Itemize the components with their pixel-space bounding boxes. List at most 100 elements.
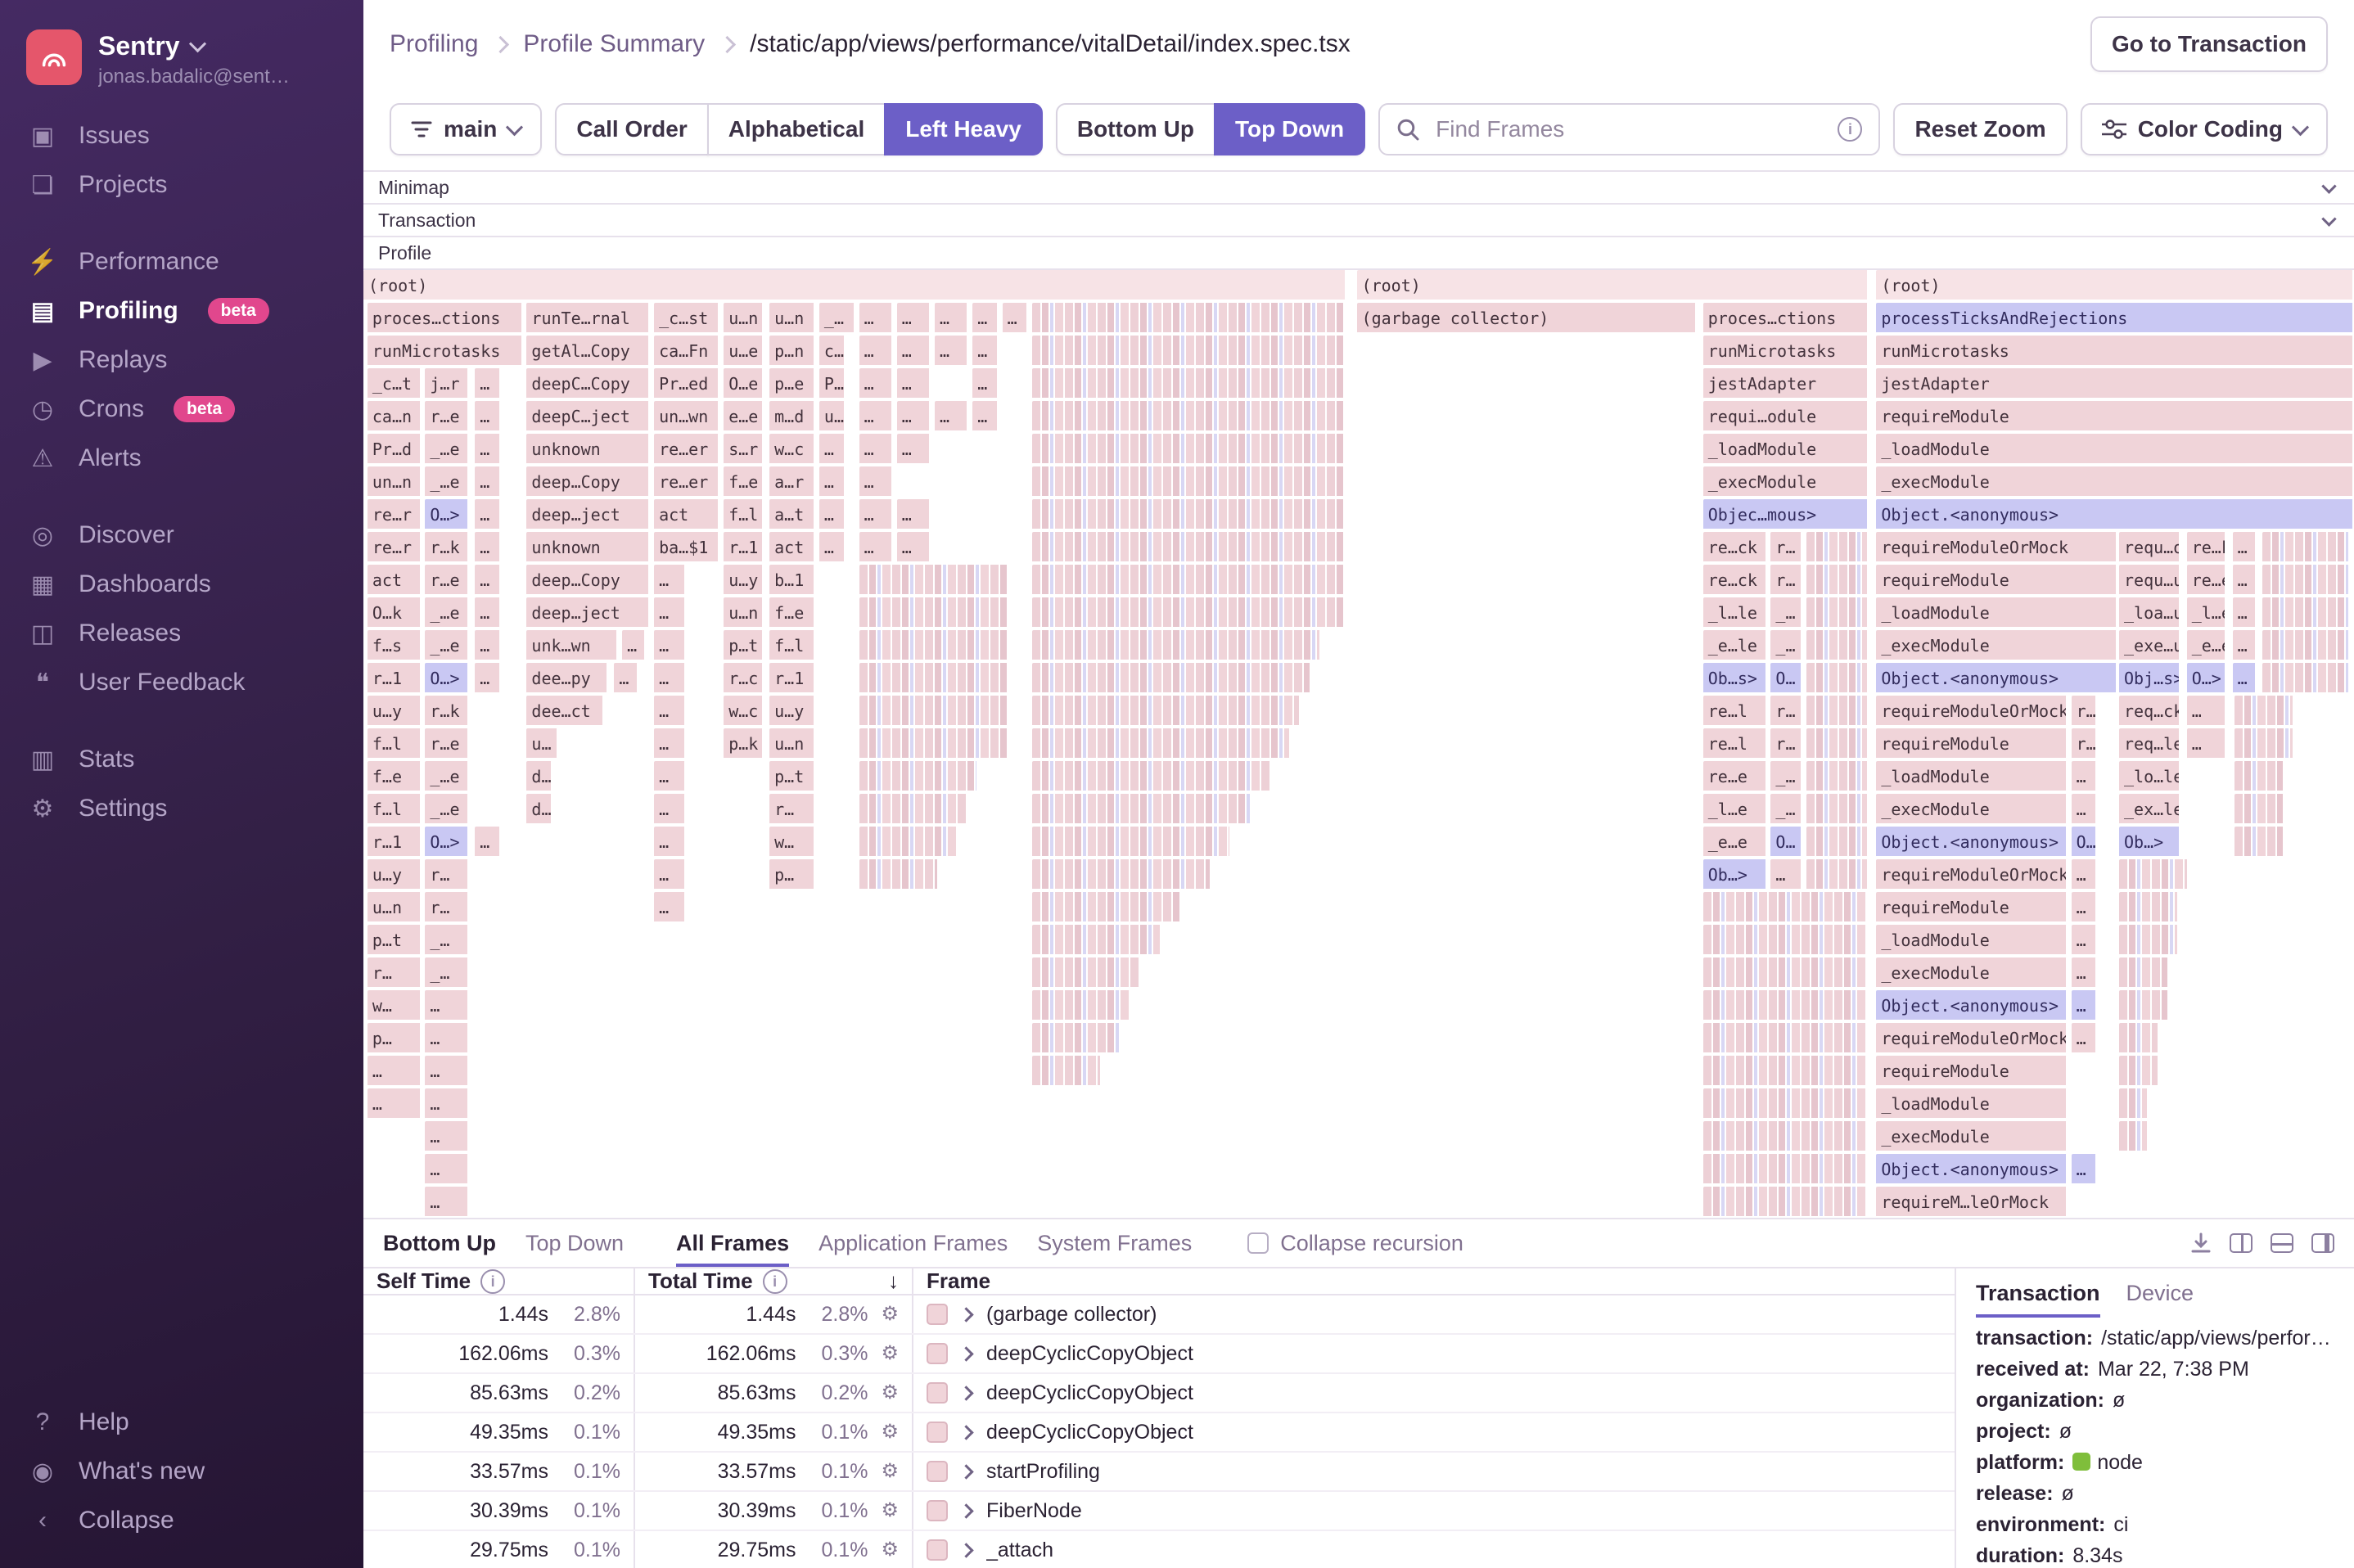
flame-cell[interactable]: f…l — [368, 728, 422, 759]
flame-cell[interactable]: u…e — [724, 336, 764, 367]
flame-cell[interactable] — [2234, 761, 2284, 792]
flame-cell[interactable] — [1806, 565, 1868, 596]
flame-cell[interactable]: r… — [1770, 565, 1802, 596]
flame-cell[interactable]: O…k — [368, 597, 422, 629]
sidebar-item-whats-new[interactable]: ◉What's new — [0, 1447, 363, 1496]
flame-cell[interactable]: unknown — [526, 434, 650, 465]
flame-cell[interactable]: requireModule — [1876, 728, 2067, 759]
flame-cell[interactable]: _execModule — [1876, 957, 2067, 989]
flame-cell[interactable]: j…r — [425, 368, 469, 399]
flame-cell[interactable] — [1032, 990, 1132, 1021]
flame-cell[interactable]: f…l — [769, 630, 815, 661]
flame-cell[interactable]: jestAdapter — [1876, 368, 2354, 399]
flame-cell[interactable] — [1032, 303, 1346, 334]
flame-cell[interactable]: unk…wn — [526, 630, 618, 661]
flame-cell[interactable] — [1032, 696, 1301, 727]
org-switcher[interactable]: Sentry jonas.badalic@sent… — [0, 23, 363, 111]
flame-cell[interactable]: r…1 — [724, 532, 764, 563]
flame-cell[interactable]: Ob…> — [2119, 827, 2180, 858]
flame-cell[interactable]: act — [368, 565, 422, 596]
flame-cell[interactable] — [2119, 1088, 2149, 1120]
flame-cell[interactable]: deep…Copy — [526, 466, 650, 498]
table-row[interactable]: 49.35ms0.1%49.35ms0.1%⚙deepCyclicCopyObj… — [363, 1413, 1955, 1453]
flame-cell[interactable]: … — [2072, 957, 2098, 989]
tab-device[interactable]: Device — [2126, 1268, 2194, 1318]
flame-cell[interactable] — [1703, 957, 1869, 989]
flame-cell[interactable]: f…s — [368, 630, 422, 661]
flame-cell[interactable]: p…t — [769, 761, 815, 792]
flame-cell[interactable] — [2234, 827, 2284, 858]
flame-cell[interactable]: … — [972, 401, 999, 432]
flame-cell[interactable] — [1703, 1088, 1869, 1120]
flame-cell[interactable]: r… — [425, 859, 469, 890]
flame-cell[interactable]: … — [654, 663, 686, 694]
breadcrumb-profiling[interactable]: Profiling — [390, 30, 478, 58]
flame-cell[interactable]: u…y — [724, 565, 764, 596]
flame-cell[interactable] — [859, 794, 969, 825]
flame-cell[interactable] — [1032, 1056, 1102, 1087]
left-heavy-button[interactable]: Left Heavy — [884, 103, 1043, 155]
flame-cell[interactable]: … — [654, 696, 686, 727]
flame-cell[interactable]: _loadModule — [1876, 761, 2067, 792]
sidebar-item-crons[interactable]: ◷Cronsbeta — [0, 385, 363, 434]
flame-cell[interactable]: r…k — [425, 696, 469, 727]
flame-cell[interactable]: _lo…le — [2119, 761, 2180, 792]
flame-cell[interactable]: … — [2072, 794, 2098, 825]
flame-cell[interactable]: w…c — [724, 696, 764, 727]
flame-cell[interactable] — [1032, 466, 1346, 498]
flame-cell[interactable]: _e…le — [1703, 630, 1767, 661]
flame-cell[interactable]: _l…e — [1703, 794, 1767, 825]
flame-cell[interactable]: requireModule — [1876, 401, 2354, 432]
flame-cell[interactable]: … — [2072, 892, 2098, 923]
flame-cell[interactable]: … — [859, 368, 893, 399]
chevron-right-icon[interactable] — [958, 1543, 973, 1557]
sidebar-item-stats[interactable]: ▥Stats — [0, 735, 363, 784]
flame-cell[interactable]: … — [897, 532, 931, 563]
flame-cell[interactable]: … — [2072, 925, 2098, 956]
flame-cell[interactable]: re…ck — [1703, 532, 1767, 563]
flame-cell[interactable]: … — [425, 1187, 469, 1218]
split-vertical-icon[interactable] — [2230, 1233, 2253, 1253]
flame-cell[interactable] — [1032, 827, 1231, 858]
flame-cell[interactable] — [1032, 565, 1346, 596]
flame-cell[interactable]: Object.<anonymous> — [1876, 827, 2067, 858]
flame-cell[interactable]: re…er — [654, 434, 719, 465]
flame-cell[interactable]: … — [897, 499, 931, 530]
gear-icon[interactable]: ⚙ — [881, 1422, 899, 1442]
flame-cell[interactable] — [1806, 794, 1868, 825]
flame-cell[interactable] — [1032, 925, 1161, 956]
flame-cell[interactable]: … — [2072, 859, 2098, 890]
flame-cell[interactable]: _loadModule — [1876, 434, 2354, 465]
flame-cell[interactable]: _c…st — [654, 303, 719, 334]
flame-cell[interactable]: … — [2233, 663, 2257, 694]
flame-cell[interactable]: … — [654, 597, 686, 629]
flame-cell[interactable]: u… — [819, 401, 846, 432]
flame-cell[interactable]: … — [2072, 1154, 2098, 1185]
sidebar-item-profiling[interactable]: ▤Profilingbeta — [0, 286, 363, 336]
flame-cell[interactable]: … — [475, 565, 501, 596]
flame-cell[interactable]: … — [2187, 696, 2227, 727]
flame-cell[interactable]: req…le — [2119, 728, 2180, 759]
flame-cell[interactable]: _… — [1770, 597, 1802, 629]
flame-cell[interactable]: u…n — [769, 728, 815, 759]
flame-cell[interactable]: _loadModule — [1703, 434, 1869, 465]
flame-cell[interactable]: u…n — [769, 303, 815, 334]
flame-cell[interactable]: deep…Copy — [526, 565, 650, 596]
flame-cell[interactable]: r… — [1770, 696, 1802, 727]
flame-cell[interactable]: dee…ct — [526, 696, 604, 727]
flame-cell[interactable]: deepC…Copy — [526, 368, 650, 399]
flame-cell[interactable]: … — [1770, 859, 1802, 890]
flame-cell[interactable]: … — [935, 336, 968, 367]
table-row[interactable]: 85.63ms0.2%85.63ms0.2%⚙deepCyclicCopyObj… — [363, 1374, 1955, 1413]
reset-zoom-button[interactable]: Reset Zoom — [1893, 103, 2067, 155]
bottom-up-button[interactable]: Bottom Up — [1056, 103, 1215, 155]
flame-cell[interactable]: processTicksAndRejections — [1876, 303, 2354, 334]
sidebar-item-help[interactable]: ?Help — [0, 1398, 363, 1447]
flame-cell[interactable]: a…t — [769, 499, 815, 530]
table-row[interactable]: 30.39ms0.1%30.39ms0.1%⚙FiberNode — [363, 1492, 1955, 1531]
flame-cell[interactable]: (garbage collector) — [1357, 303, 1698, 334]
flame-cell[interactable]: r… — [2072, 728, 2098, 759]
flame-cell[interactable]: _loadModule — [1876, 925, 2067, 956]
flame-cell[interactable]: r…e — [425, 401, 469, 432]
flame-cell[interactable] — [1806, 597, 1868, 629]
